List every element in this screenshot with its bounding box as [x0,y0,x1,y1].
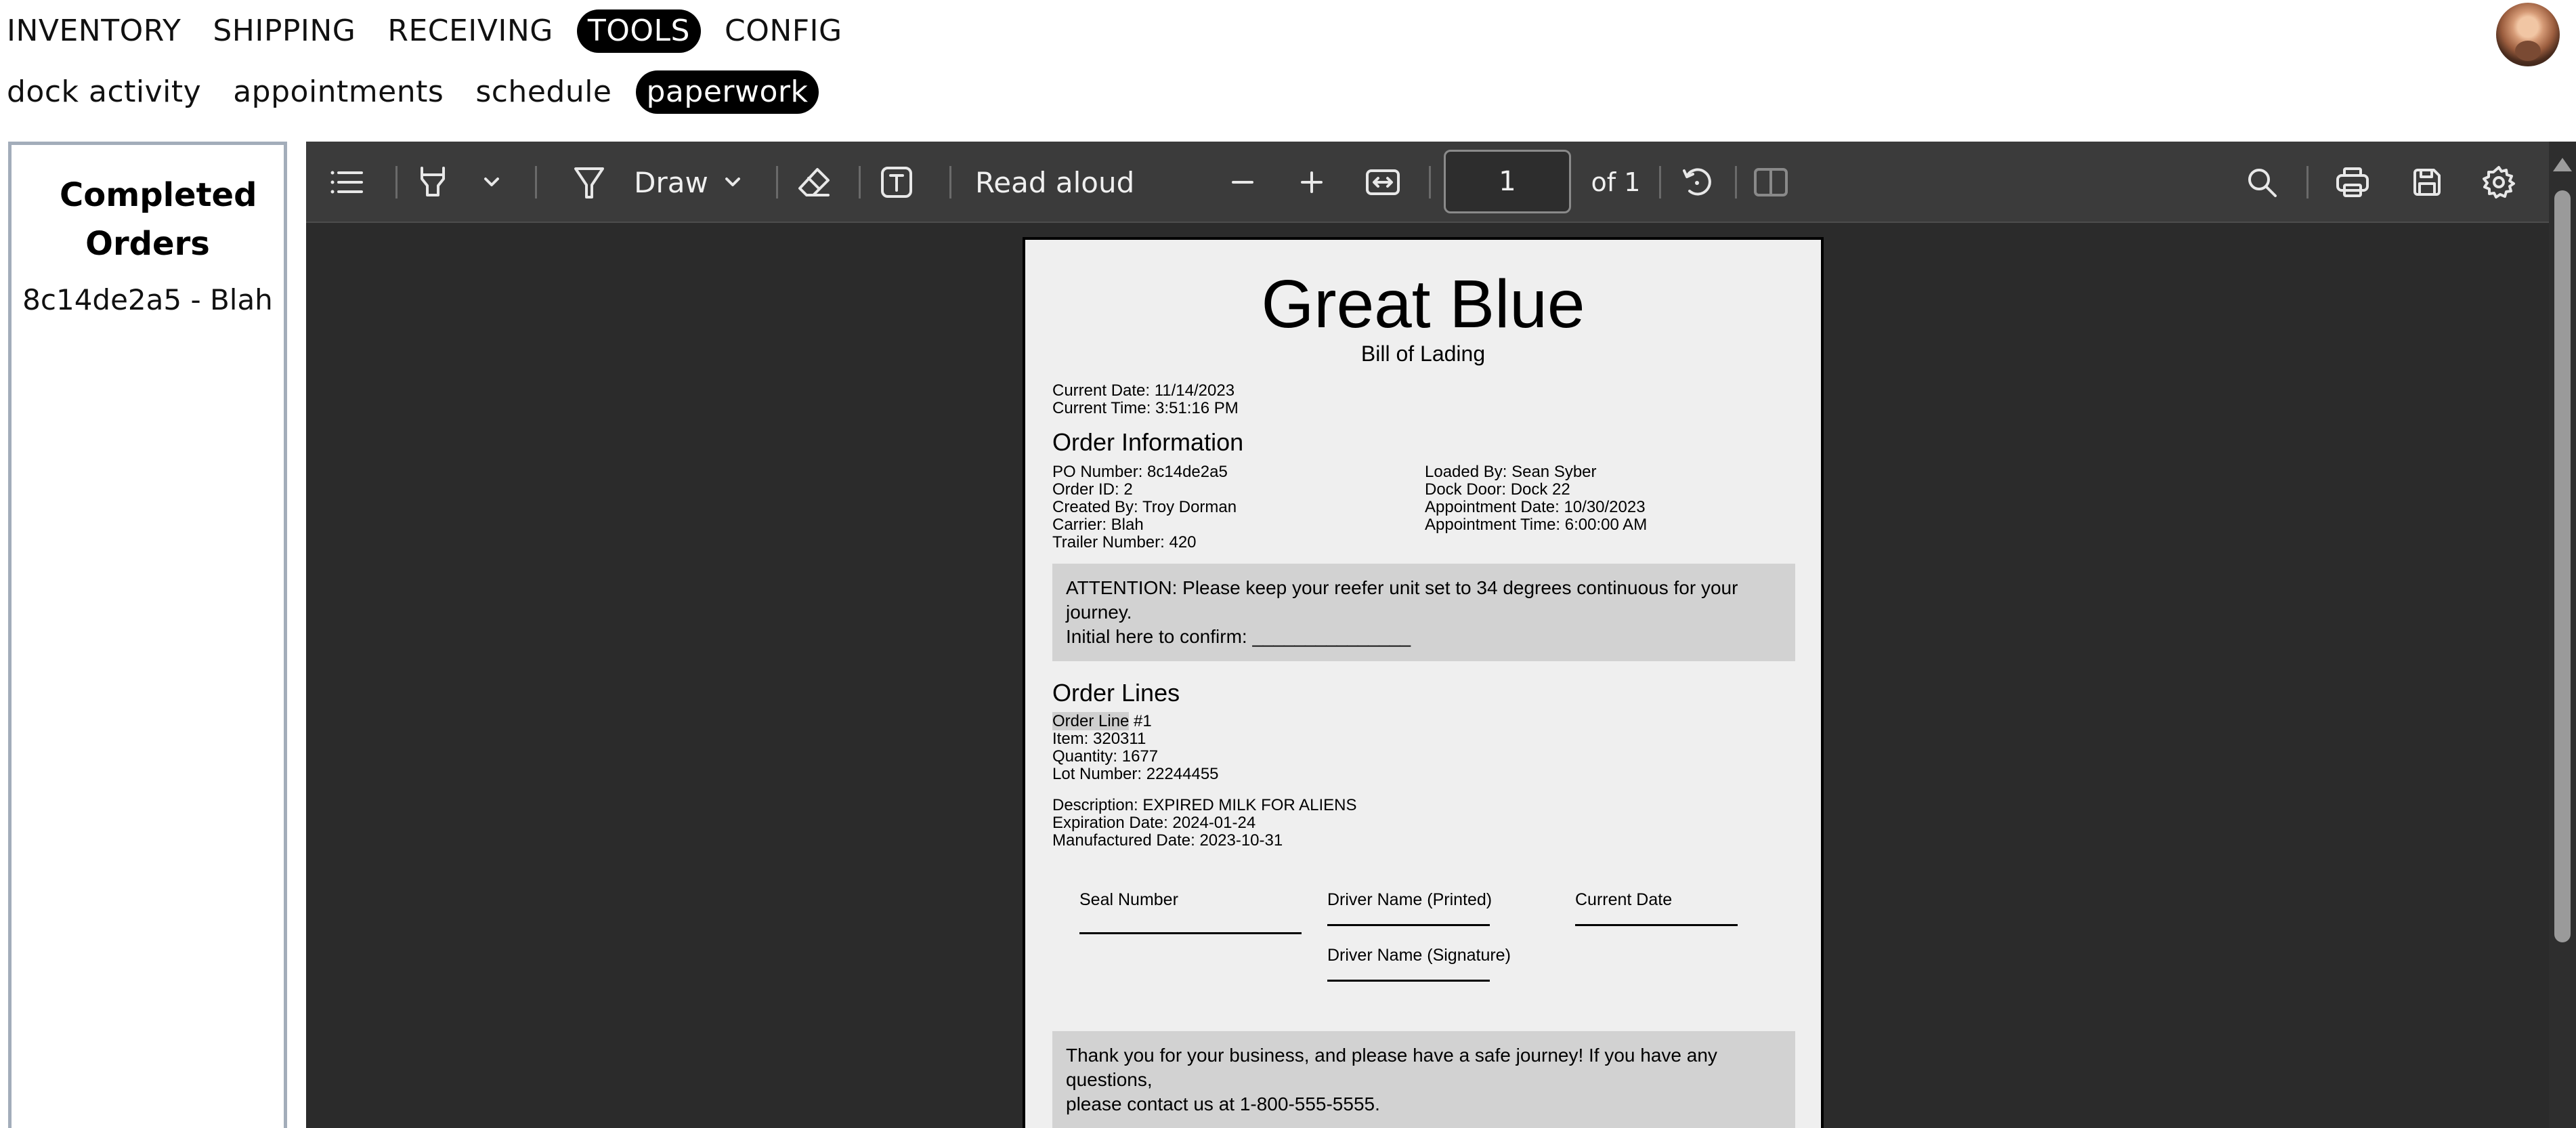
subnav-schedule[interactable]: schedule [467,70,620,114]
thank-you-line-1: Thank you for your business, and please … [1066,1045,1717,1090]
highlighter-icon[interactable] [414,142,451,223]
save-icon[interactable] [2405,142,2449,223]
toolbar-divider [535,166,537,199]
driver-signature-label: Driver Name (Signature) [1327,946,1511,965]
scroll-up-arrow-icon[interactable] [2553,158,2572,171]
appointment-date: Appointment Date: 10/30/2023 [1425,498,1646,516]
text-box-icon[interactable] [878,142,916,223]
draw-chevron-down-icon[interactable] [719,142,746,223]
driver-name-printed-label: Driver Name (Printed) [1327,890,1493,909]
draw-label: Draw [634,165,708,199]
attention-notice: ATTENTION: Please keep your reefer unit … [1052,564,1795,661]
company-name: Great Blue [1261,266,1585,342]
highlighter-chevron-down-icon[interactable] [478,142,505,223]
sidebar-title-text: Completed Orders [60,176,257,263]
order-line-number: #1 [1129,712,1152,730]
manufactured-date: Manufactured Date: 2023-10-31 [1052,831,1283,850]
order-line-title: Order Line #1 [1052,712,1219,730]
draw-button[interactable]: Draw [634,142,708,223]
carrier: Carrier: Blah [1052,516,1144,534]
created-by: Created By: Troy Dorman [1052,498,1237,516]
user-avatar[interactable] [2496,3,2560,66]
avatar-beard [2515,41,2541,61]
attention-line-2: Initial here to confirm: _______________ [1066,626,1411,647]
eraser-icon[interactable] [795,142,833,223]
order-line-label: Order Line [1052,712,1130,730]
toolbar-divider [1735,166,1737,199]
print-icon[interactable] [2331,142,2374,223]
order-line-more-block: Description: EXPIRED MILK FOR ALIENS Exp… [1052,797,1356,850]
order-information-heading: Order Information [1052,428,1244,456]
attention-line-1: ATTENTION: Please keep your reefer unit … [1066,577,1738,623]
order-info-right: Loaded By: Sean Syber Dock Door: Dock 22… [1425,463,1647,534]
order-info-left: PO Number: 8c14de2a5 Order ID: 2 Created… [1052,463,1237,551]
pdf-page: Great Blue Bill of Lading Current Date: … [1023,237,1824,1128]
pdf-toolbar: Draw Read aloud 1 of 1 [306,142,2576,223]
driver-signature-line [1327,980,1490,982]
current-time: Current Time: 3:51:16 PM [1052,399,1239,417]
subnav-paperwork[interactable]: paperwork [635,70,819,114]
current-date-line [1575,924,1738,926]
po-number: PO Number: 8c14de2a5 [1052,463,1228,481]
toolbar-divider [949,166,951,199]
page-number-input[interactable]: 1 [1444,150,1571,213]
toolbar-divider [1659,166,1661,199]
order-list-item[interactable]: 8c14de2a5 - Blah [12,283,284,316]
subnav-dock-activity[interactable]: dock activity [0,70,209,114]
loaded-by: Loaded By: Sean Syber [1425,463,1597,481]
settings-gear-icon[interactable] [2477,142,2520,223]
secondary-nav: dock activity appointments schedule pape… [0,70,834,114]
fit-to-width-icon[interactable] [1362,142,1403,223]
expiration-date: Expiration Date: 2024-01-24 [1052,814,1256,832]
toolbar-divider [859,166,861,199]
lot-number: Lot Number: 22244455 [1052,765,1219,783]
current-date: Current Date: 11/14/2023 [1052,381,1235,400]
thank-you-line-2: please contact us at 1-800-555-5555. [1066,1093,1380,1114]
thank-you-notice: Thank you for your business, and please … [1052,1031,1795,1128]
completed-orders-panel: Completed Orders 8c14de2a5 - Blah [8,142,287,1128]
date-time-block: Current Date: 11/14/2023 Current Time: 3… [1052,382,1239,417]
zoom-out-icon[interactable] [1226,142,1260,223]
rotate-icon[interactable] [1677,142,1717,223]
toolbar-divider [2306,166,2309,199]
vertical-scrollbar[interactable] [2549,142,2576,1128]
dock-door: Dock Door: Dock 22 [1425,480,1570,499]
quantity: Quantity: 1677 [1052,747,1159,766]
pdf-viewer: Draw Read aloud 1 of 1 Great Blue Bill o… [306,142,2576,1128]
nav-receiving[interactable]: RECEIVING [379,9,561,53]
toolbar-divider [395,166,398,199]
page-total-label: of 1 [1591,167,1641,197]
description: Description: EXPIRED MILK FOR ALIENS [1052,796,1357,814]
seal-number-line [1079,932,1302,934]
order-line-block: Order Line #1 Item: 320311 Quantity: 167… [1052,712,1219,783]
subnav-appointments[interactable]: appointments [225,70,452,114]
current-date-label: Current Date [1575,890,1673,909]
read-aloud-label: Read aloud [975,165,1135,199]
search-icon[interactable] [2241,142,2282,223]
scrollbar-thumb[interactable] [2554,190,2571,942]
driver-name-printed-line [1327,924,1490,926]
page-total: of 1 [1583,142,1648,223]
document-type: Bill of Lading [1360,341,1486,366]
toolbar-divider [1429,166,1431,199]
contents-list-icon[interactable] [326,142,367,223]
item-number: Item: 320311 [1052,730,1146,748]
toolbar-divider [776,166,778,199]
trailer-number: Trailer Number: 420 [1052,533,1197,551]
draw-pen-icon[interactable] [570,142,608,223]
two-page-view-icon [1748,142,1793,223]
nav-config[interactable]: CONFIG [716,9,851,53]
nav-inventory[interactable]: INVENTORY [0,9,189,53]
nav-tools[interactable]: TOOLS [576,9,701,53]
sidebar-title: Completed Orders [12,171,284,268]
appointment-time: Appointment Time: 6:00:00 AM [1425,516,1648,534]
nav-shipping[interactable]: SHIPPING [205,9,364,53]
primary-nav: INVENTORY SHIPPING RECEIVING TOOLS CONFI… [0,9,866,53]
order-lines-heading: Order Lines [1052,679,1180,707]
zoom-in-icon[interactable] [1295,142,1329,223]
read-aloud-button[interactable]: Read aloud [975,142,1138,223]
seal-number-label: Seal Number [1079,890,1178,909]
order-id: Order ID: 2 [1052,480,1133,499]
